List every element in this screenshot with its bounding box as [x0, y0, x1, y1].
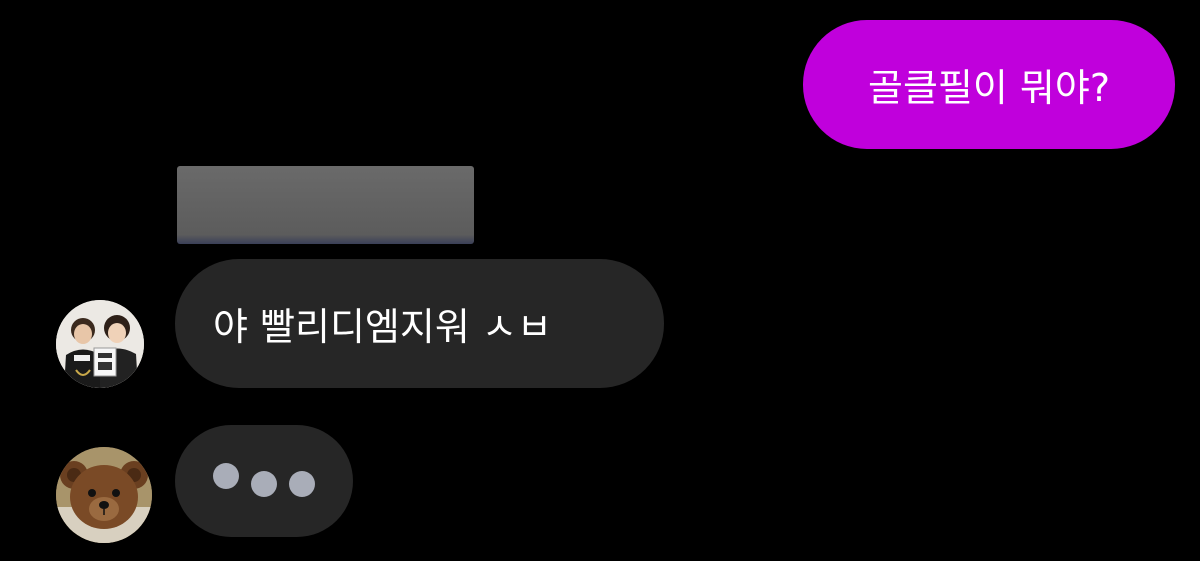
sent-message-text: 골클필이 뭐야?	[867, 66, 1110, 110]
typing-dot-icon	[213, 463, 239, 489]
received-message-text: 야 빨리디엠지워 ㅅㅂ	[213, 305, 552, 349]
redacted-block	[177, 166, 474, 244]
two-people-photo-icon	[56, 300, 144, 388]
typing-indicator-bubble	[175, 425, 353, 537]
teddy-bear-photo-icon	[56, 447, 152, 543]
received-message-bubble[interactable]: 야 빨리디엠지워 ㅅㅂ	[175, 259, 664, 388]
typing-dot-icon	[251, 471, 277, 497]
sent-message-bubble[interactable]: 골클필이 뭐야?	[803, 20, 1175, 149]
sender-avatar-icon[interactable]	[56, 300, 144, 388]
typing-user-avatar-icon[interactable]	[56, 447, 152, 543]
typing-dot-icon	[289, 471, 315, 497]
